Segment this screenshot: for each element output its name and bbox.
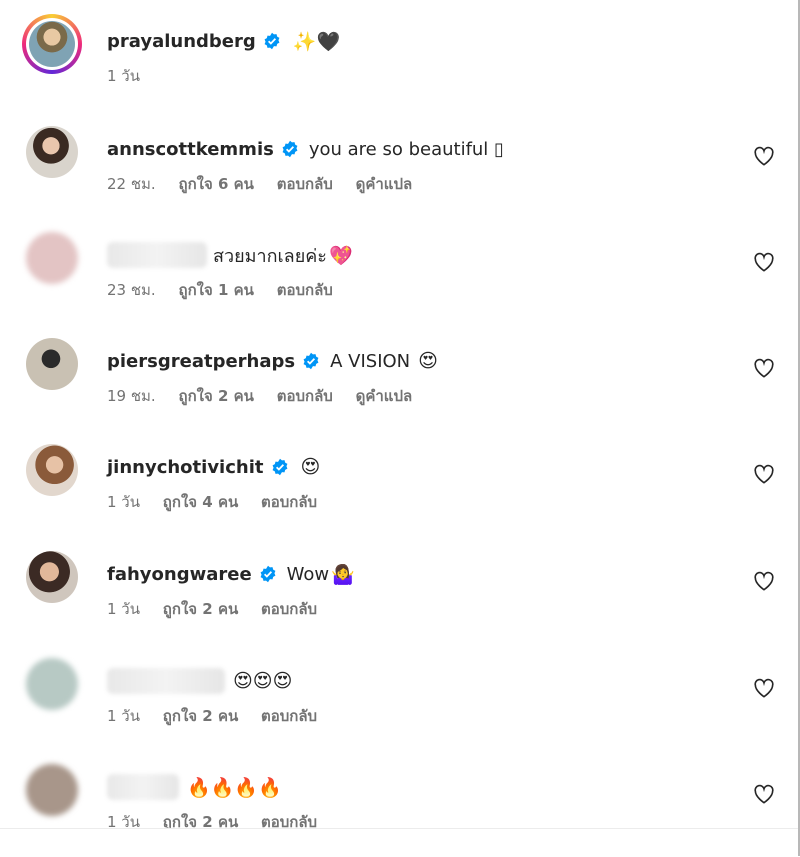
username[interactable]: annscottkemmis [107,139,274,160]
hidden-username[interactable] [107,668,225,694]
likes-count[interactable]: ถูกใจ 6 คน [178,175,253,193]
comment-item: 😍😍😍 1 วัน ถูกใจ 2 คน ตอบกลับ [0,658,798,758]
like-heart-icon[interactable] [753,571,775,591]
caption-line: prayalundberg ✨🖤 [107,26,340,56]
reply-button[interactable]: ตอบกลับ [261,813,317,828]
reply-button[interactable]: ตอบกลับ [277,281,333,299]
timestamp: 1 วัน [107,707,140,725]
like-heart-icon[interactable] [753,358,775,378]
comment-item: jinnychotivichit 😍 1 วัน ถูกใจ 4 คน ตอบก… [0,444,798,544]
translate-button[interactable]: ดูคำแปล [356,175,413,193]
comment-item: annscottkemmis you are so beautiful ▯ 22… [0,126,798,226]
avatar[interactable] [26,338,78,390]
comment-meta: 1 วัน ถูกใจ 4 คน ตอบกลับ [107,490,335,514]
comment-text: Wow [286,563,330,585]
avatar[interactable] [26,764,78,816]
timestamp: 1 วัน [107,600,140,618]
hidden-username[interactable] [107,774,179,800]
like-heart-icon[interactable] [753,464,775,484]
likes-count[interactable]: ถูกใจ 4 คน [163,493,238,511]
avatar[interactable] [26,232,78,284]
likes-count[interactable]: ถูกใจ 2 คน [178,387,253,405]
likes-count[interactable]: ถูกใจ 1 คน [178,281,253,299]
timestamp: 19 ชม. [107,387,156,405]
comment-emoji: 😍😍😍 [233,670,293,692]
comment-emoji: 😍 [418,350,438,372]
comment-emoji: 🔥🔥🔥🔥 [187,776,282,799]
comment-text: A VISION [330,350,411,372]
caption-meta: 1 วัน [107,64,158,88]
timestamp: 1 วัน [107,813,140,828]
comment-meta: 1 วัน ถูกใจ 2 คน ตอบกลับ [107,597,335,621]
translate-button[interactable]: ดูคำแปล [356,387,413,405]
comment-meta: 1 วัน ถูกใจ 2 คน ตอบกลับ [107,810,335,828]
like-heart-icon[interactable] [753,678,775,698]
verified-icon [260,565,276,583]
comment-text: you are so beautiful ▯ [308,138,504,160]
caption-row: prayalundberg ✨🖤 1 วัน [0,14,798,118]
username[interactable]: piersgreatperhaps [107,351,295,372]
timestamp: 1 วัน [107,67,140,85]
likes-count[interactable]: ถูกใจ 2 คน [163,813,238,828]
reply-button[interactable]: ตอบกลับ [261,600,317,618]
avatar[interactable] [22,14,82,74]
comment-meta: 22 ชม. ถูกใจ 6 คน ตอบกลับ ดูคำแปล [107,172,430,196]
username[interactable]: prayalundberg [107,31,256,52]
like-heart-icon[interactable] [753,252,775,272]
verified-icon [282,140,298,158]
verified-icon [272,458,287,476]
timestamp: 1 วัน [107,493,140,511]
comment-item: piersgreatperhaps A VISION 😍 19 ชม. ถูกใ… [0,338,798,438]
comment-item: 🔥🔥🔥🔥 1 วัน ถูกใจ 2 คน ตอบกลับ [0,764,798,828]
reply-button[interactable]: ตอบกลับ [277,175,333,193]
avatar[interactable] [26,658,78,710]
reply-button[interactable]: ตอบกลับ [277,387,333,405]
comment-list-bottom-edge [0,828,798,857]
like-heart-icon[interactable] [753,784,775,804]
comment-emoji: 😍 [300,456,321,478]
likes-count[interactable]: ถูกใจ 2 คน [163,707,238,725]
timestamp: 22 ชม. [107,175,156,193]
comment-meta: 1 วัน ถูกใจ 2 คน ตอบกลับ [107,704,335,728]
avatar[interactable] [26,551,78,603]
like-heart-icon[interactable] [753,146,775,166]
comment-item: สวยมากเลยค่ะ 💖 23 ชม. ถูกใจ 1 คน ตอบกลับ [0,232,798,332]
avatar[interactable] [26,444,78,496]
username[interactable]: fahyongwaree [107,564,252,585]
comment-meta: 23 ชม. ถูกใจ 1 คน ตอบกลับ [107,278,351,302]
comment-item: fahyongwaree Wow 🤷‍♀️ 1 วัน ถูกใจ 2 คน ต… [0,551,798,651]
comment-meta: 19 ชม. ถูกใจ 2 คน ตอบกลับ ดูคำแปล [107,384,430,408]
caption-emoji: ✨🖤 [292,30,341,53]
comment-text: สวยมากเลยค่ะ [213,245,327,267]
hidden-username[interactable] [107,242,207,268]
comment-emoji: 🤷‍♀️ [331,563,355,586]
reply-button[interactable]: ตอบกลับ [261,493,317,511]
comment-emoji: 💖 [328,244,353,267]
comment-list: prayalundberg ✨🖤 1 วัน annscottkemmis yo… [0,0,798,828]
verified-icon [303,352,319,370]
verified-icon [264,32,280,50]
avatar[interactable] [26,126,78,178]
likes-count[interactable]: ถูกใจ 2 คน [163,600,238,618]
username[interactable]: jinnychotivichit [107,457,264,478]
timestamp: 23 ชม. [107,281,156,299]
reply-button[interactable]: ตอบกลับ [261,707,317,725]
